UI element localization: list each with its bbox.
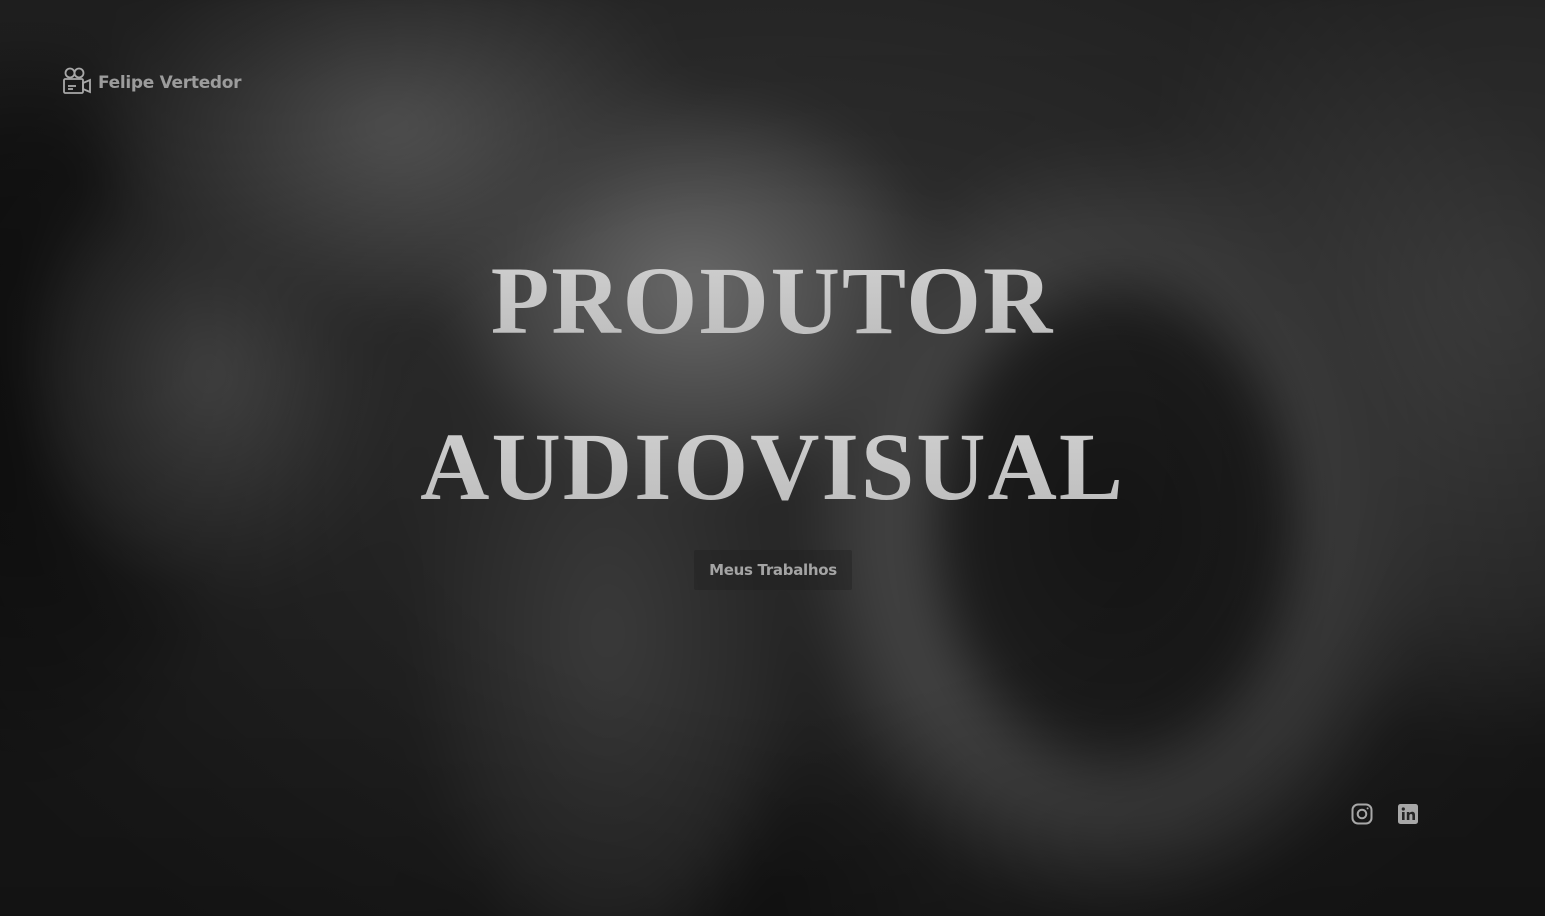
hero-title: PRODUTOR AUDIOVISUAL (0, 218, 1545, 550)
social-links (1350, 802, 1420, 831)
video-camera-icon (62, 66, 92, 96)
linkedin-icon (1396, 802, 1420, 831)
my-work-button[interactable]: Meus Trabalhos (694, 550, 852, 590)
landing-page: Felipe Vertedor PRODUTOR AUDIOVISUAL Meu… (0, 0, 1545, 916)
linkedin-link[interactable] (1396, 802, 1420, 831)
brand-name: Felipe Vertedor (98, 73, 242, 93)
hero-title-line-2: AUDIOVISUAL (0, 384, 1545, 550)
instagram-icon (1350, 802, 1374, 831)
instagram-link[interactable] (1350, 802, 1374, 831)
brand-logo-link[interactable]: Felipe Vertedor (62, 66, 242, 96)
hero-title-line-1: PRODUTOR (0, 218, 1545, 384)
